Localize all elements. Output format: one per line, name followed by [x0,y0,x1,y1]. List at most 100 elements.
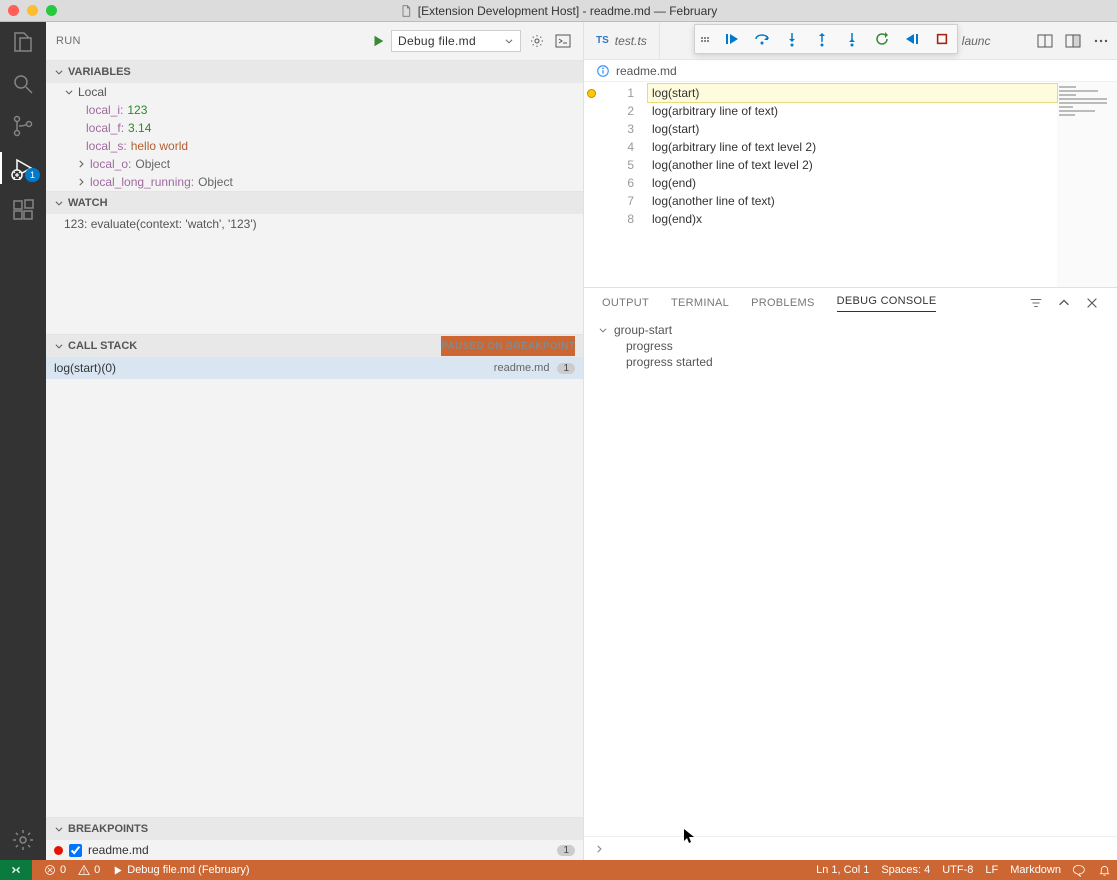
activity-bar: 1 [0,22,46,860]
chevron-down-icon [54,341,64,351]
debug-config-label: Debug file.md [398,34,476,48]
collapse-panel-icon[interactable] [1057,296,1071,310]
file-icon [400,5,412,17]
code-line[interactable]: log(start) [648,120,1057,138]
breakpoints-section-header[interactable]: BREAKPOINTS [46,818,583,840]
scope-label: Local [78,85,107,99]
minimize-window-icon[interactable] [27,5,38,16]
panel-tab-debugconsole[interactable]: DEBUG CONSOLE [837,295,937,312]
watch-expression[interactable]: 123: evaluate(context: 'watch', '123') [46,214,583,234]
info-icon [596,64,610,78]
status-language[interactable]: Markdown [1004,864,1067,876]
status-cursor-pos[interactable]: Ln 1, Col 1 [810,864,875,876]
chevron-down-icon [598,325,608,335]
more-icon[interactable] [1093,33,1109,49]
source-control-icon[interactable] [0,114,46,138]
code-line[interactable]: log(end) [648,174,1057,192]
bottom-panel: OUTPUT TERMINAL PROBLEMS DEBUG CONSOLE g… [584,287,1117,860]
status-warnings[interactable]: 0 [72,864,106,876]
status-encoding[interactable]: UTF-8 [936,864,979,876]
tab-test[interactable]: TS test.ts [584,22,660,59]
breakpoint-count: 1 [557,845,575,856]
debug-config-select[interactable]: Debug file.md [391,30,521,52]
debug-console-toggle-icon[interactable] [553,31,573,51]
minimap[interactable] [1057,82,1117,287]
split-editor-icon[interactable] [1065,33,1081,49]
continue-icon[interactable] [723,30,741,48]
code-line[interactable]: log(another line of text) [648,192,1057,210]
status-bell-icon[interactable] [1092,864,1117,877]
callstack-section-header[interactable]: CALL STACK PAUSED ON BREAKPOINT [46,335,583,357]
code-editor[interactable]: 1234 5678 log(start) log(arbitrary line … [584,82,1117,287]
step-into-icon[interactable] [783,30,801,48]
status-indent[interactable]: Spaces: 4 [875,864,936,876]
grip-icon[interactable] [701,37,711,42]
settings-gear-icon[interactable] [0,828,46,852]
chevron-down-icon [504,36,514,46]
status-errors[interactable]: 0 [38,864,72,876]
stop-icon[interactable] [933,30,951,48]
debug-console-input[interactable] [584,836,1117,860]
restart-icon[interactable] [873,30,891,48]
extensions-icon[interactable] [0,198,46,222]
variable-row[interactable]: local_o: Object [46,155,583,173]
variable-row[interactable]: local_long_running: Object [46,173,583,191]
panel-tab-terminal[interactable]: TERMINAL [671,297,729,309]
code-line[interactable]: log(start) [648,84,1057,102]
breakpoint-dot-icon [54,846,63,855]
frame-count: 1 [557,363,575,374]
variable-row[interactable]: local_i: 123 [46,101,583,119]
variables-section-header[interactable]: VARIABLES [46,61,583,83]
breakpoint-checkbox[interactable] [69,844,82,857]
step-out-icon[interactable] [813,30,831,48]
side-title: RUN [56,35,81,47]
console-line[interactable]: progress started [598,354,1103,370]
compare-icon[interactable] [1037,33,1053,49]
watch-section-header[interactable]: WATCH [46,192,583,214]
panel-tab-output[interactable]: OUTPUT [602,297,649,309]
code-line[interactable]: log(arbitrary line of text level 2) [648,138,1057,156]
search-icon[interactable] [0,72,46,96]
tab-label: test.ts [615,34,647,48]
breadcrumb-file: readme.md [616,64,677,78]
reverse-icon[interactable] [903,30,921,48]
step-back-icon[interactable] [843,30,861,48]
callstack-title: CALL STACK [68,340,137,352]
step-over-icon[interactable] [753,30,771,48]
debug-toolbar[interactable] [694,24,958,54]
close-panel-icon[interactable] [1085,296,1099,310]
status-feedback-icon[interactable] [1067,864,1092,877]
breakpoint-label: readme.md [88,843,149,857]
debug-settings-gear-icon[interactable] [527,31,547,51]
run-debug-icon[interactable]: 1 [0,156,46,180]
chevron-right-icon [76,159,86,169]
editor-group: TS test.ts launc [584,22,1117,860]
remote-indicator[interactable] [0,860,32,880]
variable-row[interactable]: local_f: 3.14 [46,119,583,137]
status-debug[interactable]: Debug file.md (February) [106,864,255,876]
status-bar: 0 0 Debug file.md (February) Ln 1, Col 1… [0,860,1117,880]
filter-icon[interactable] [1029,296,1043,310]
panel-tab-problems[interactable]: PROBLEMS [751,297,815,309]
explorer-icon[interactable] [0,30,46,54]
chevron-down-icon [64,87,74,97]
code-line[interactable]: log(arbitrary line of text) [648,102,1057,120]
zoom-window-icon[interactable] [46,5,57,16]
code-line[interactable]: log(end)x [648,210,1057,228]
side-panel: RUN Debug file.md VA [46,22,584,860]
title-bar: [Extension Development Host] - readme.md… [0,0,1117,22]
variable-row[interactable]: local_s: hello world [46,137,583,155]
status-eol[interactable]: LF [979,864,1004,876]
close-window-icon[interactable] [8,5,19,16]
current-frame-icon [586,88,597,99]
breakpoint-row[interactable]: readme.md 1 [46,840,583,860]
variables-scope[interactable]: Local [46,83,583,101]
chevron-down-icon [54,198,64,208]
code-line[interactable]: log(another line of text level 2) [648,156,1057,174]
stack-frame[interactable]: log(start)(0) readme.md 1 [46,357,583,379]
breadcrumb[interactable]: readme.md [584,60,1117,82]
console-line[interactable]: progress [598,338,1103,354]
console-line[interactable]: group-start [598,322,1103,338]
window-controls[interactable] [8,5,57,16]
start-debug-icon[interactable] [371,34,385,48]
